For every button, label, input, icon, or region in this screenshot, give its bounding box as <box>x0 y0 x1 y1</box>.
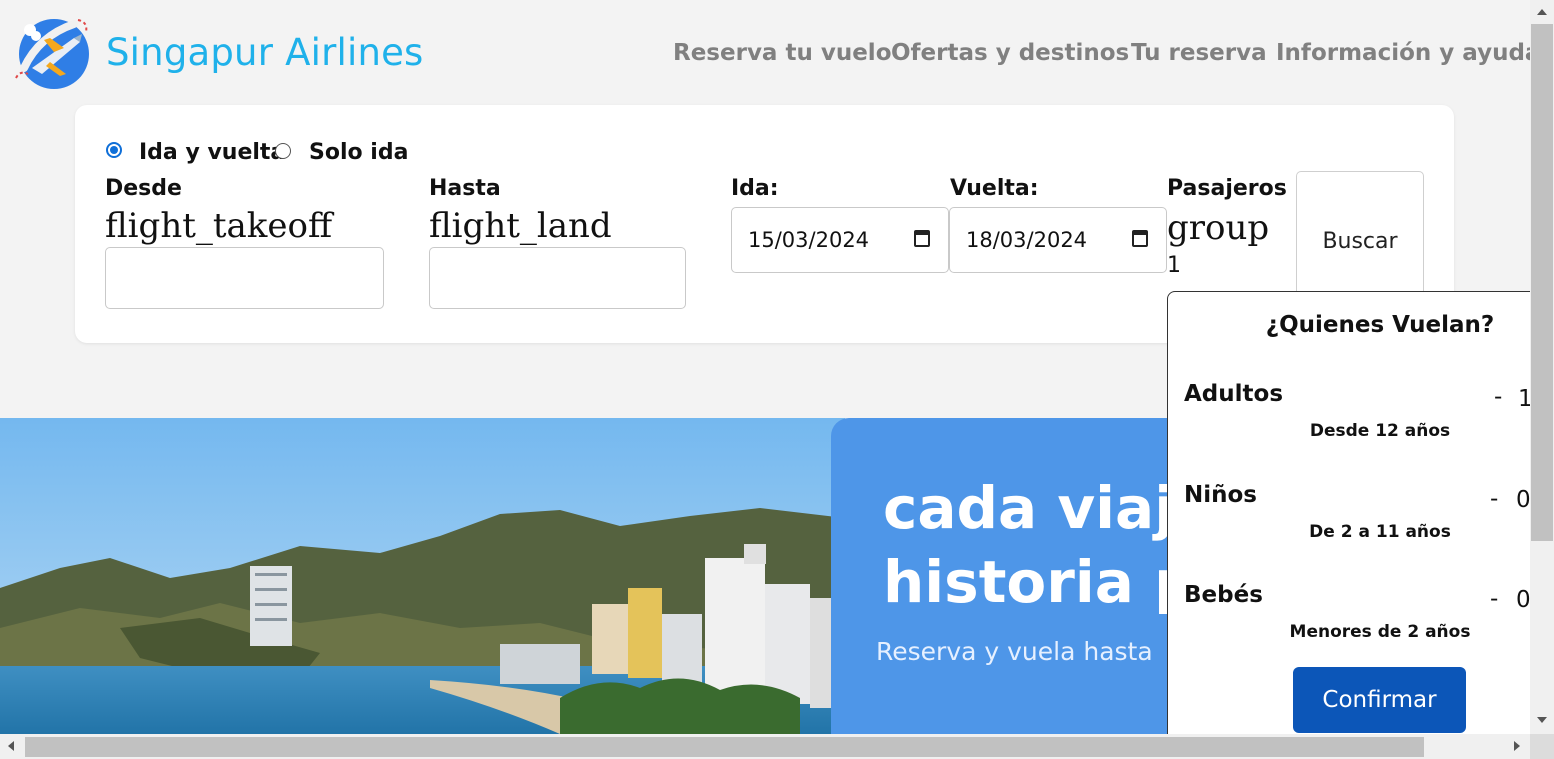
passengers-popup: ¿Quienes Vuelan? Adultos - 1 Desde 12 añ… <box>1167 291 1549 753</box>
children-label: Niños <box>1184 482 1257 508</box>
banner-subtext: Reserva y vuela hasta <box>876 637 1153 666</box>
radio-solo-ida[interactable] <box>275 143 291 159</box>
nav-tu-reserva[interactable]: Tu reserva <box>1131 40 1267 66</box>
brand-name[interactable]: Singapur Airlines <box>106 31 424 74</box>
scrollbar-corner <box>1530 734 1554 759</box>
infants-label: Bebés <box>1184 582 1263 608</box>
nav-ofertas-destinos[interactable]: Ofertas y destinos <box>891 40 1129 66</box>
radio-ida-y-vuelta[interactable] <box>106 142 122 158</box>
to-input[interactable] <box>429 247 686 309</box>
beach-city-photo <box>0 418 845 734</box>
banner-headline-line1: cada viaje <box>883 474 1214 542</box>
depart-date-input[interactable]: 15/03/2024 <box>731 207 949 273</box>
nav-reserva-tu-vuelo[interactable]: Reserva tu vuelo <box>673 40 892 66</box>
popup-title: ¿Quienes Vuelan? <box>1265 312 1495 338</box>
flight-land-icon: flight_land <box>429 206 612 246</box>
scroll-down-arrow-icon[interactable] <box>1537 717 1547 723</box>
adults-label: Adultos <box>1184 381 1284 407</box>
infants-decrement-button[interactable]: - <box>1490 586 1498 612</box>
horizontal-scrollbar-thumb[interactable] <box>25 737 1424 757</box>
to-label: Hasta <box>429 176 501 201</box>
return-label: Vuelta: <box>950 176 1039 201</box>
passengers-label: Pasajeros <box>1167 176 1287 201</box>
from-label: Desde <box>105 176 182 201</box>
depart-label: Ida: <box>731 176 779 201</box>
return-date-value: 18/03/2024 <box>966 228 1088 252</box>
calendar-icon[interactable] <box>1132 230 1148 247</box>
vertical-scrollbar-thumb[interactable] <box>1531 24 1553 541</box>
return-date-input[interactable]: 18/03/2024 <box>949 207 1167 273</box>
confirm-button[interactable]: Confirmar <box>1293 667 1466 733</box>
scroll-right-arrow-icon[interactable] <box>1514 741 1520 751</box>
banner-headline-line2: historia p <box>883 548 1196 616</box>
adults-age-hint: Desde 12 años <box>1309 421 1451 441</box>
from-input[interactable] <box>105 247 384 309</box>
children-count: 0 <box>1516 487 1531 513</box>
infants-age-hint: Menores de 2 años <box>1289 622 1471 642</box>
label-solo-ida: Solo ida <box>309 140 409 165</box>
airline-logo-icon <box>15 19 89 89</box>
label-ida-y-vuelta: Ida y vuelta <box>139 140 286 165</box>
infants-count: 0 <box>1516 587 1531 613</box>
scroll-up-arrow-icon[interactable] <box>1537 9 1547 15</box>
children-decrement-button[interactable]: - <box>1490 486 1498 512</box>
adults-decrement-button[interactable]: - <box>1494 384 1502 410</box>
children-age-hint: De 2 a 11 años <box>1309 522 1451 542</box>
nav-informacion-ayuda[interactable]: Información y ayuda <box>1276 40 1540 66</box>
passengers-count[interactable]: 1 <box>1167 253 1181 278</box>
depart-date-value: 15/03/2024 <box>748 228 870 252</box>
group-icon[interactable]: group <box>1167 208 1269 248</box>
scroll-left-arrow-icon[interactable] <box>8 741 14 751</box>
calendar-icon[interactable] <box>914 230 930 247</box>
flight-takeoff-icon: flight_takeoff <box>105 206 333 246</box>
